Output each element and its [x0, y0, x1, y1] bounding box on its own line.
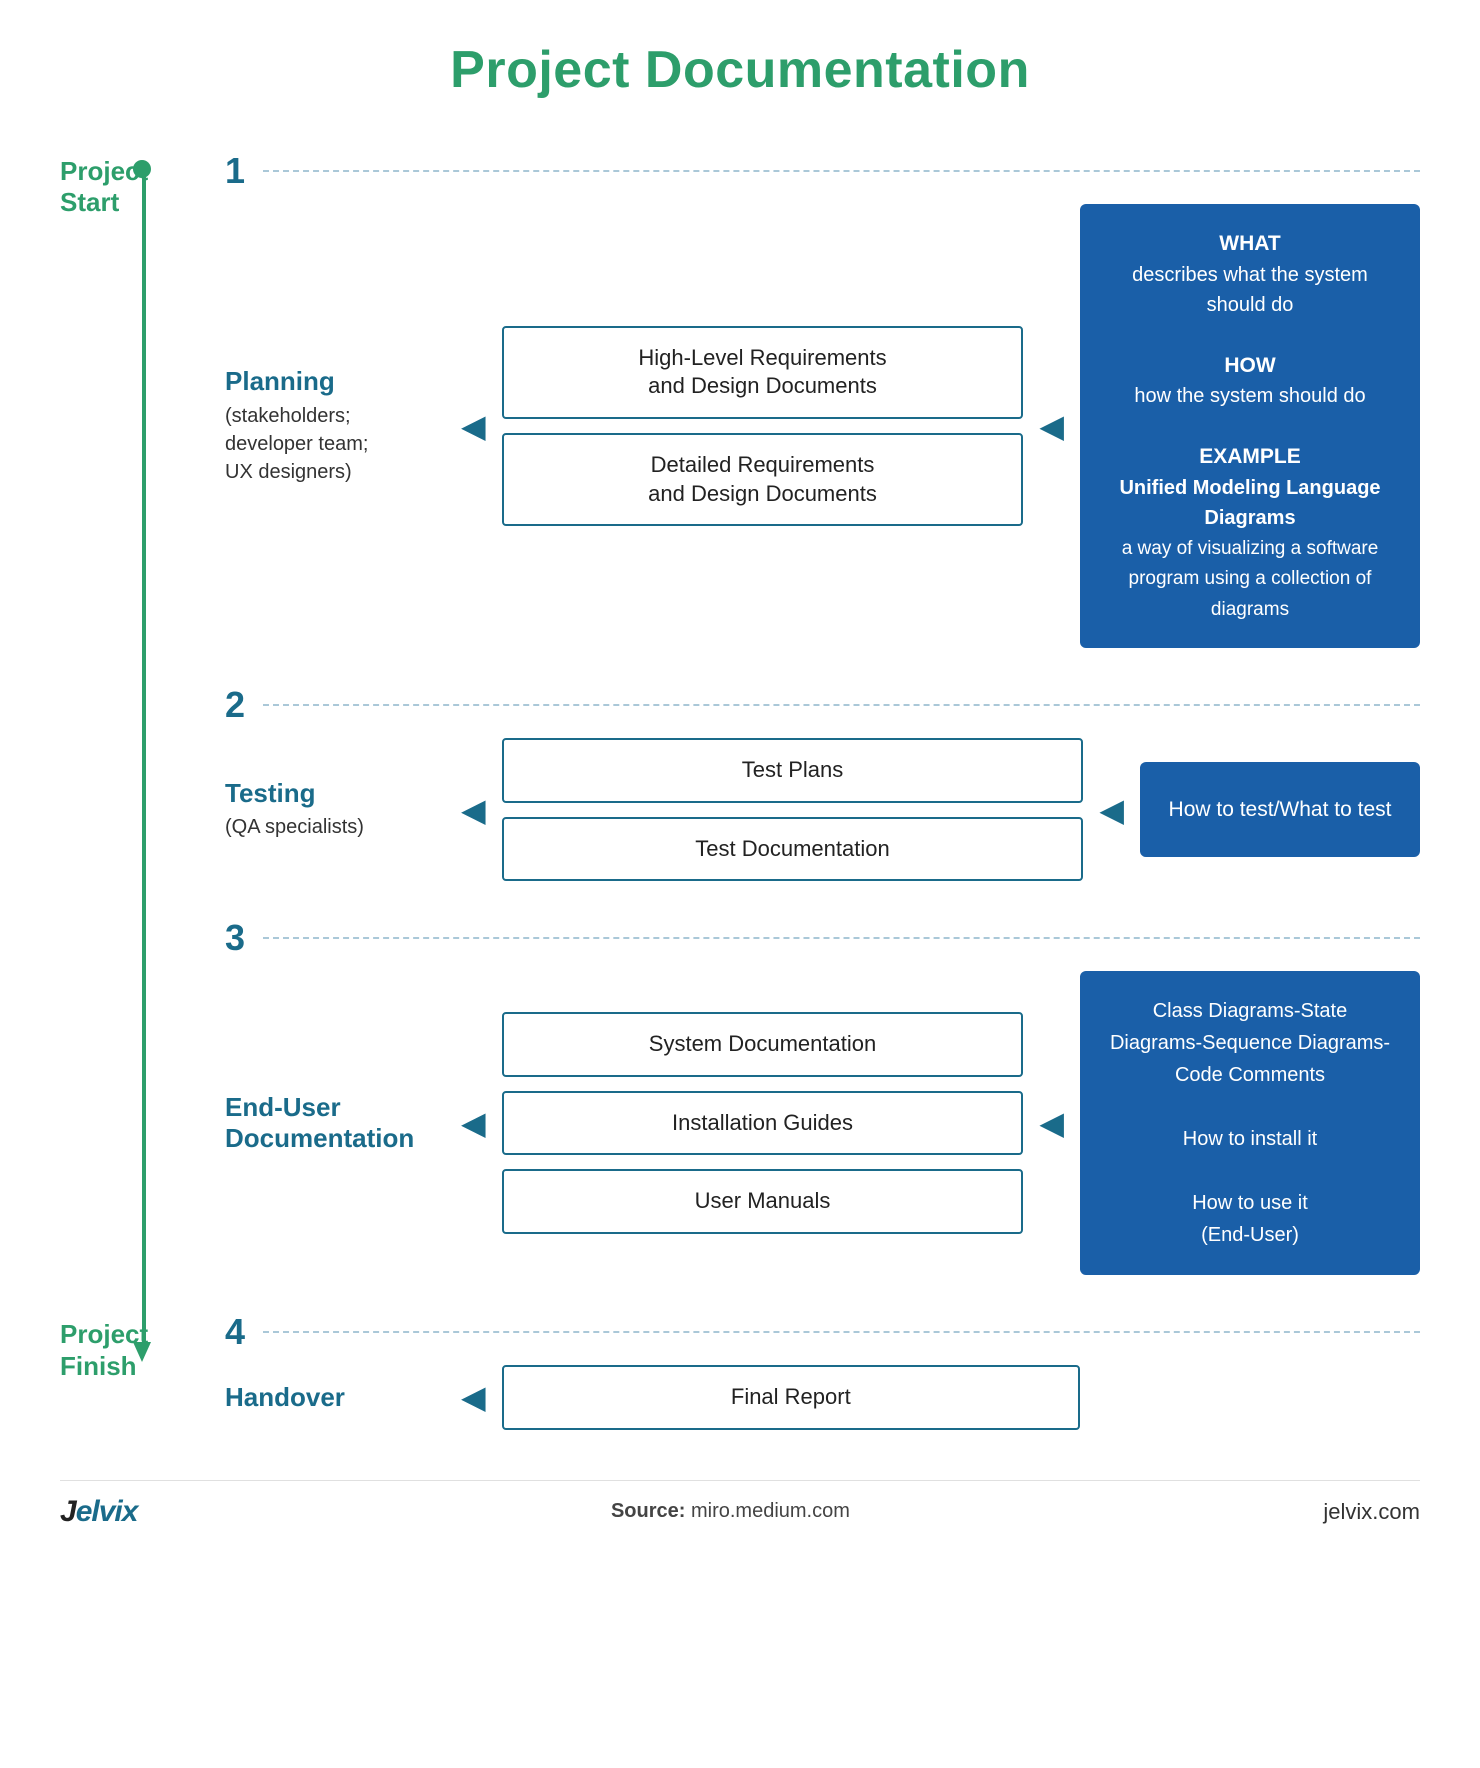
stage-4-doc-boxes: Final Report [502, 1365, 1080, 1430]
doc-box-detailed: Detailed Requirementsand Design Document… [502, 433, 1024, 526]
footer: Jelvix Source: miro.medium.com jelvix.co… [60, 1480, 1420, 1529]
stage-2-phase-label: Testing (QA specialists) [225, 778, 445, 841]
stage-4-section: 4 Handover ◀ Final Report [225, 1311, 1420, 1450]
footer-source-label: Source: [611, 1500, 685, 1522]
info3-install: How to install it [1183, 1128, 1318, 1150]
stage-1-dashed-line [263, 170, 1420, 172]
stage-2-info-box: How to test/What to test [1140, 762, 1420, 858]
stage-1-phase-title: Planning [225, 366, 445, 397]
info3-use: How to use it(End-User) [1192, 1192, 1308, 1246]
timeline-line [142, 166, 146, 1345]
stage-1-body: Planning (stakeholders;developer team;UX… [225, 204, 1420, 684]
stage-4-phase-title: Handover [225, 1382, 445, 1413]
page-title: Project Documentation [60, 40, 1420, 100]
title-part1: Project [450, 41, 645, 99]
info1-uml-label: Unified Modeling Language Diagrams [1119, 477, 1380, 529]
stage-4-header: 4 [225, 1311, 1420, 1365]
stage-1-section: 1 Planning (stakeholders;developer team;… [225, 150, 1420, 684]
project-start-label: Project Start [60, 156, 128, 218]
stage-3-doc-boxes: System Documentation Installation Guides… [502, 1012, 1024, 1234]
stage-3-info-box: Class Diagrams-State Diagrams-Sequence D… [1080, 971, 1420, 1275]
stage-2-header: 2 [225, 684, 1420, 738]
title-part2: Documentation [645, 41, 1030, 99]
footer-logo: Jelvix [60, 1495, 137, 1529]
stage-2-number: 2 [225, 684, 245, 726]
stage-3-arrow-left: ◀ [461, 1104, 486, 1142]
timeline-dot-start [133, 160, 151, 178]
doc-box-final-report: Final Report [502, 1365, 1080, 1430]
footer-source-value: miro.medium.com [691, 1500, 850, 1522]
stage-3-phase-title: End-UserDocumentation [225, 1092, 445, 1154]
footer-source: Source: miro.medium.com [611, 1500, 850, 1523]
stage-2-phase-title: Testing [225, 778, 445, 809]
info1-what-text: describes what the system should do [1132, 264, 1368, 316]
stage-1-header: 1 [225, 150, 1420, 204]
stage-2-dashed-line [263, 704, 1420, 706]
stage-3-arrow-right: ◀ [1039, 1104, 1064, 1142]
stage-3-number: 3 [225, 917, 245, 959]
info1-example-label: EXAMPLE [1199, 445, 1301, 468]
info1-what-label: WHAT [1219, 232, 1280, 255]
page-container: Project Documentation Project Start Proj… [0, 0, 1480, 1768]
info2-text: How to test/What to test [1169, 794, 1392, 826]
stage-1-number: 1 [225, 150, 245, 192]
project-finish-label: Project Finish [60, 1319, 140, 1381]
doc-box-test-plans: Test Plans [502, 738, 1084, 803]
doc-box-test-doc: Test Documentation [502, 817, 1084, 882]
stage-4-dashed-line [263, 1331, 1420, 1333]
stage-2-doc-boxes: Test Plans Test Documentation [502, 738, 1084, 881]
stage-2-arrow-right: ◀ [1099, 791, 1124, 829]
stage-2-section: 2 Testing (QA specialists) ◀ Test Plans … [225, 684, 1420, 917]
stage-2-arrow-left: ◀ [461, 791, 486, 829]
doc-box-high-level: High-Level Requirementsand Design Docume… [502, 326, 1024, 419]
stage-3-section: 3 End-UserDocumentation ◀ System Documen… [225, 917, 1420, 1311]
doc-box-user-manuals: User Manuals [502, 1169, 1024, 1234]
stage-1-phase-label: Planning (stakeholders;developer team;UX… [225, 366, 445, 485]
doc-box-install: Installation Guides [502, 1091, 1024, 1156]
info1-uml-text: a way of visualizing a software program … [1122, 538, 1379, 620]
stage-1-phase-sub: (stakeholders;developer team;UX designer… [225, 402, 445, 486]
stage-3-phase-label: End-UserDocumentation [225, 1092, 445, 1154]
stage-3-body: End-UserDocumentation ◀ System Documenta… [225, 971, 1420, 1311]
stage-2-body: Testing (QA specialists) ◀ Test Plans Te… [225, 738, 1420, 917]
info1-how-label: HOW [1224, 354, 1275, 377]
timeline-col: Project Start Project Finish [60, 150, 225, 1450]
footer-url: jelvix.com [1323, 1499, 1420, 1525]
timeline-arrow-down [133, 1342, 151, 1362]
doc-box-system-doc: System Documentation [502, 1012, 1024, 1077]
stage-4-phase-label: Handover [225, 1382, 445, 1413]
stage-2-phase-sub: (QA specialists) [225, 813, 445, 841]
info3-diagrams: Class Diagrams-State Diagrams-Sequence D… [1110, 1000, 1390, 1086]
stages-col: 1 Planning (stakeholders;developer team;… [225, 150, 1420, 1450]
stage-1-arrow-left: ◀ [461, 407, 486, 445]
stage-3-dashed-line [263, 937, 1420, 939]
stage-1-info-box: WHAT describes what the system should do… [1080, 204, 1420, 648]
stage-1-doc-boxes: High-Level Requirementsand Design Docume… [502, 326, 1024, 526]
stage-1-arrow-right: ◀ [1039, 407, 1064, 445]
info1-how-text: how the system should do [1134, 385, 1365, 407]
stage-4-body: Handover ◀ Final Report [225, 1365, 1420, 1450]
stage-3-header: 3 [225, 917, 1420, 971]
stage-4-number: 4 [225, 1311, 245, 1353]
stage-4-arrow-left: ◀ [461, 1378, 486, 1416]
